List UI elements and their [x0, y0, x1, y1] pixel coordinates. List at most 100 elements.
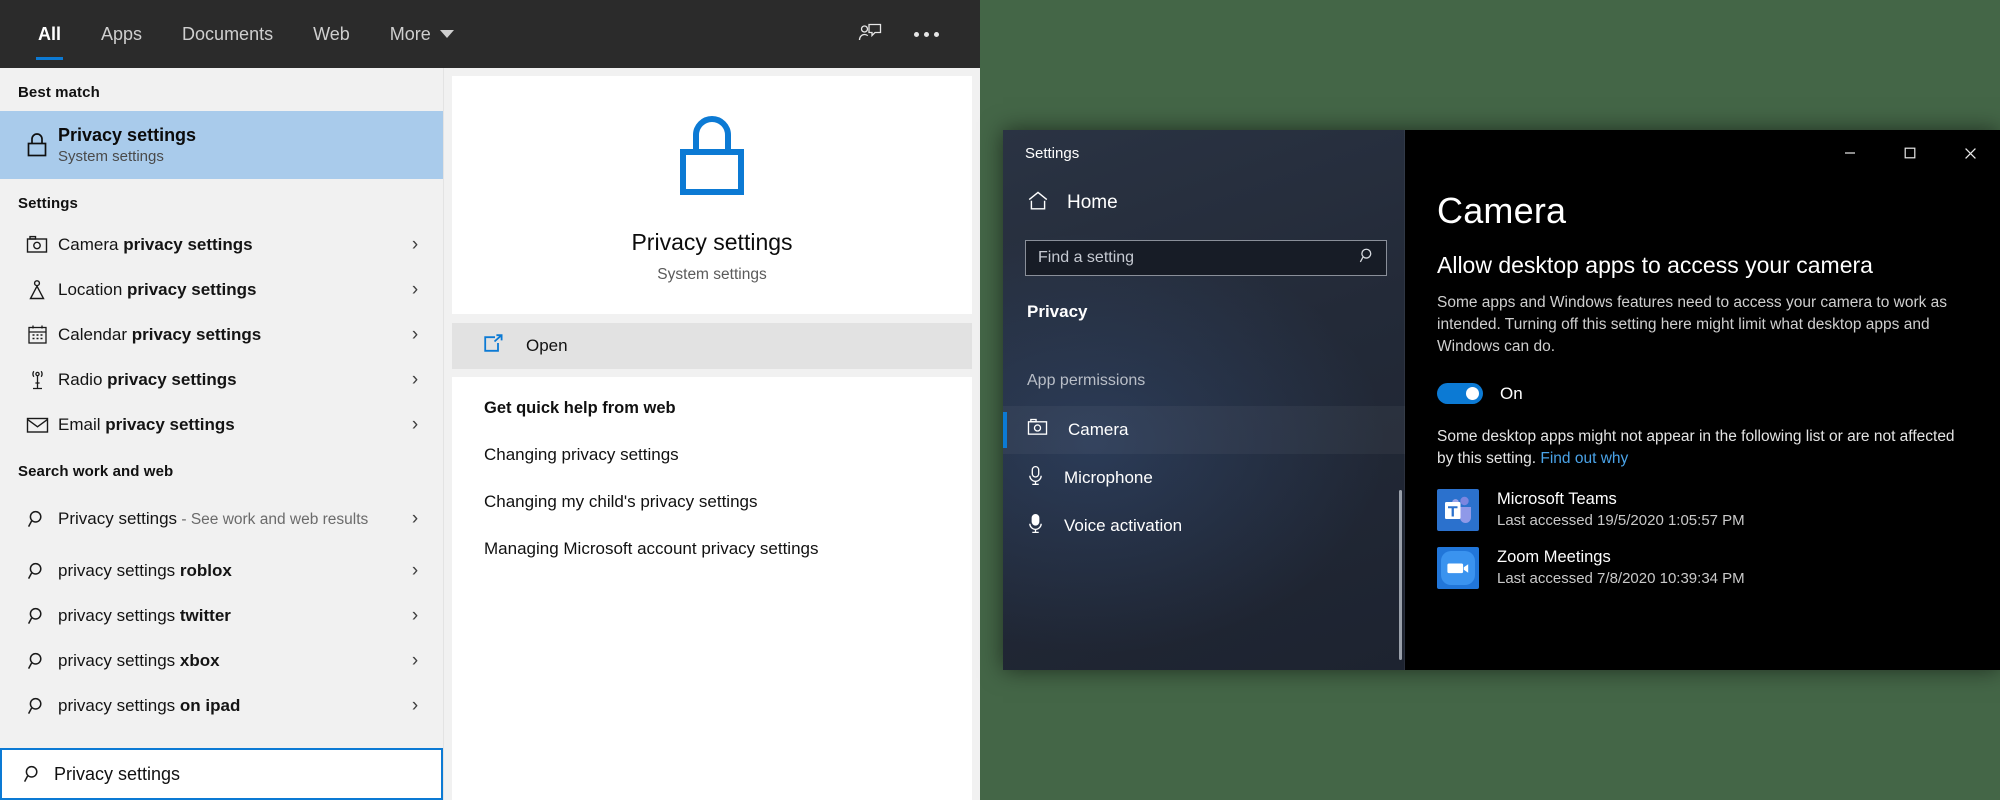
- chevron-right-icon[interactable]: ›: [401, 650, 429, 672]
- chevron-right-icon[interactable]: ›: [401, 324, 429, 346]
- result-web-on-ipad[interactable]: privacy settings on ipad ›: [0, 683, 443, 728]
- find-setting-container[interactable]: [1025, 240, 1387, 276]
- search-icon: [16, 696, 58, 716]
- quick-help-card: Get quick help from web Changing privacy…: [452, 377, 972, 800]
- best-match-title: Privacy settings: [58, 125, 197, 145]
- nav-group-privacy: Privacy: [1027, 302, 1088, 321]
- search-icon: [16, 561, 58, 581]
- chevron-right-icon[interactable]: ›: [401, 369, 429, 391]
- chevron-right-icon[interactable]: ›: [401, 234, 429, 256]
- page-title: Camera: [1437, 190, 1567, 231]
- result-location-privacy-settings[interactable]: Location privacy settings ›: [0, 267, 443, 312]
- quick-help-link-1[interactable]: Changing privacy settings: [484, 445, 972, 465]
- best-match-result[interactable]: Privacy settings System settings: [0, 111, 443, 179]
- chevron-right-icon[interactable]: ›: [401, 279, 429, 301]
- home-icon: [1027, 190, 1049, 216]
- tab-apps-label: Apps: [101, 23, 143, 44]
- result-label: Privacy settings - See work and web resu…: [58, 509, 369, 529]
- find-setting-input[interactable]: [1038, 249, 1359, 267]
- result-radio-privacy-settings[interactable]: Radio privacy settings ›: [0, 357, 443, 402]
- open-button[interactable]: Open: [452, 323, 972, 369]
- app-row-microsoft-teams: Microsoft Teams Last accessed 19/5/2020 …: [1437, 488, 1966, 531]
- tab-documents[interactable]: Documents: [162, 0, 293, 68]
- nav-scrollbar[interactable]: [1399, 490, 1402, 660]
- search-body: Best match Privacy settings System setti…: [0, 68, 980, 800]
- chevron-right-icon[interactable]: ›: [401, 605, 429, 627]
- result-email-privacy-settings[interactable]: Email privacy settings ›: [0, 402, 443, 447]
- preview-subtitle: System settings: [657, 266, 767, 283]
- close-button[interactable]: [1940, 130, 2000, 176]
- minimize-button[interactable]: [1820, 130, 1880, 176]
- search-icon[interactable]: [1359, 247, 1376, 269]
- result-web-roblox[interactable]: privacy settings roblox ›: [0, 548, 443, 593]
- more-options-icon[interactable]: [902, 10, 950, 58]
- search-header: All Apps Documents Web More: [0, 0, 980, 68]
- tab-more[interactable]: More: [370, 0, 474, 68]
- result-label: Calendar privacy settings: [58, 324, 262, 344]
- app-meta: Microsoft Teams Last accessed 19/5/2020 …: [1497, 490, 1745, 529]
- feedback-icon[interactable]: [846, 10, 894, 58]
- tab-web[interactable]: Web: [293, 0, 370, 68]
- result-web-twitter[interactable]: privacy settings twitter ›: [0, 593, 443, 638]
- camera-access-toggle[interactable]: [1437, 383, 1483, 404]
- result-web-privacy-settings[interactable]: Privacy settings - See work and web resu…: [0, 490, 443, 548]
- result-label: Camera privacy settings: [58, 234, 253, 254]
- app-last-accessed: Last accessed 7/8/2020 10:39:34 PM: [1497, 570, 1745, 588]
- search-input-container[interactable]: [0, 748, 443, 800]
- chevron-right-icon[interactable]: ›: [401, 560, 429, 582]
- microphone-icon: [1027, 465, 1044, 491]
- nav-items-list: Camera Microphone Voice activation: [1003, 406, 1405, 550]
- window-title: Settings: [1025, 144, 1080, 162]
- sidebar-item-voice-activation[interactable]: Voice activation: [1003, 502, 1405, 550]
- sidebar-item-camera[interactable]: Camera: [1003, 406, 1405, 454]
- quick-help-link-2[interactable]: Changing my child's privacy settings: [484, 492, 972, 512]
- radio-icon: [16, 369, 58, 391]
- chevron-right-icon[interactable]: ›: [401, 695, 429, 717]
- result-label: Radio privacy settings: [58, 369, 237, 389]
- app-last-accessed: Last accessed 19/5/2020 1:05:57 PM: [1497, 512, 1745, 530]
- result-label: privacy settings roblox: [58, 560, 232, 580]
- result-calendar-privacy-settings[interactable]: Calendar privacy settings ›: [0, 312, 443, 357]
- toggle-knob: [1466, 387, 1479, 400]
- search-tabs: All Apps Documents Web More: [0, 0, 474, 68]
- camera-settings-content: Camera Allow desktop apps to access your…: [1405, 176, 2000, 589]
- best-match-subtitle: System settings: [58, 148, 164, 165]
- tab-apps[interactable]: Apps: [81, 0, 162, 68]
- tab-all[interactable]: All: [18, 0, 81, 68]
- result-web-xbox[interactable]: privacy settings xbox ›: [0, 638, 443, 683]
- nav-home-label: Home: [1067, 192, 1118, 213]
- open-external-icon: [482, 333, 504, 359]
- note-text: Some desktop apps might not appear in th…: [1437, 428, 1955, 468]
- result-label: Location privacy settings: [58, 279, 257, 299]
- nav-item-home[interactable]: Home: [1003, 176, 1405, 222]
- location-icon: [16, 279, 58, 301]
- web-section-label: Search work and web: [18, 463, 174, 480]
- desktop-apps-list: Microsoft Teams Last accessed 19/5/2020 …: [1437, 488, 1966, 589]
- microsoft-teams-icon: [1437, 488, 1479, 531]
- sidebar-item-microphone[interactable]: Microphone: [1003, 454, 1405, 502]
- search-icon: [16, 509, 58, 529]
- app-name: Zoom Meetings: [1497, 548, 1611, 567]
- header-icon-group: [846, 10, 980, 58]
- mail-icon: [16, 416, 58, 434]
- result-label: Email privacy settings: [58, 414, 235, 434]
- sidebar-item-camera-label: Camera: [1068, 420, 1129, 439]
- section-title: Allow desktop apps to access your camera: [1437, 252, 1873, 278]
- settings-titlebar[interactable]: Settings: [1003, 130, 1405, 176]
- nav-subgroup-app-permissions: App permissions: [1027, 372, 1146, 389]
- search-input[interactable]: [50, 763, 441, 785]
- maximize-button[interactable]: [1880, 130, 1940, 176]
- result-camera-privacy-settings[interactable]: Camera privacy settings ›: [0, 222, 443, 267]
- chevron-right-icon[interactable]: ›: [401, 414, 429, 436]
- chevron-right-icon[interactable]: ›: [401, 508, 429, 530]
- tab-all-label: All: [38, 23, 62, 44]
- quick-help-link-3[interactable]: Managing Microsoft account privacy setti…: [484, 539, 972, 559]
- section-description: Some apps and Windows features need to a…: [1437, 294, 1948, 355]
- search-icon: [16, 764, 50, 784]
- window-controls: [1405, 130, 2000, 176]
- toggle-state-label: On: [1500, 383, 1523, 403]
- camera-access-toggle-row: On: [1437, 383, 1966, 404]
- app-name: Microsoft Teams: [1497, 490, 1617, 509]
- find-out-why-link[interactable]: Find out why: [1540, 450, 1628, 467]
- settings-window: Settings Home Privacy App permissions: [1003, 130, 2000, 670]
